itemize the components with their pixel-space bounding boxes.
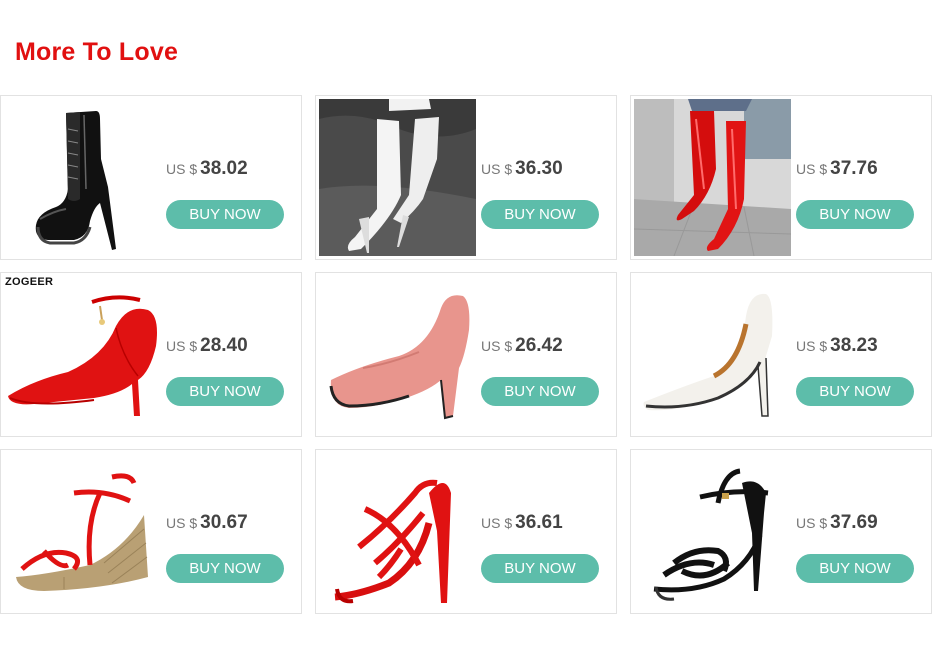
price-value: 36.61 <box>515 512 563 533</box>
currency-label: US $ <box>481 515 513 531</box>
product-card[interactable]: US $36.30 BUY NOW <box>315 95 617 260</box>
currency-label: US $ <box>796 161 828 177</box>
price-label: US $26.42 <box>481 335 563 357</box>
price-label: US $37.76 <box>796 158 878 180</box>
product-card[interactable]: US $36.61 BUY NOW <box>315 449 617 614</box>
price-label: US $30.67 <box>166 512 248 534</box>
product-card[interactable]: US $38.23 BUY NOW <box>630 272 932 437</box>
buy-now-button[interactable]: BUY NOW <box>796 554 914 583</box>
red-ankle-strap-pump-icon[interactable] <box>4 276 161 433</box>
price-label: US $28.40 <box>166 335 248 357</box>
product-card[interactable]: US $26.42 BUY NOW <box>315 272 617 437</box>
red-espadrille-wedge-sandal-icon[interactable] <box>4 453 161 610</box>
price-value: 38.23 <box>830 335 878 356</box>
price-label: US $36.61 <box>481 512 563 534</box>
buy-now-button[interactable]: BUY NOW <box>481 377 599 406</box>
buy-now-button[interactable]: BUY NOW <box>796 200 914 229</box>
price-label: US $38.02 <box>166 158 248 180</box>
price-label: US $37.69 <box>796 512 878 534</box>
black-strappy-sandal-icon[interactable] <box>634 453 791 610</box>
white-thigh-high-boot-icon[interactable] <box>319 99 476 256</box>
currency-label: US $ <box>796 338 828 354</box>
buy-now-button[interactable]: BUY NOW <box>481 554 599 583</box>
currency-label: US $ <box>166 161 198 177</box>
price-value: 37.69 <box>830 512 878 533</box>
buy-now-button[interactable]: BUY NOW <box>166 200 284 229</box>
buy-now-button[interactable]: BUY NOW <box>166 554 284 583</box>
price-value: 38.02 <box>200 158 248 179</box>
product-card[interactable]: ZOGEER US $28.40 BUY NOW <box>0 272 302 437</box>
price-value: 37.76 <box>830 158 878 179</box>
price-label: US $36.30 <box>481 158 563 180</box>
product-card[interactable]: US $30.67 BUY NOW <box>0 449 302 614</box>
currency-label: US $ <box>796 515 828 531</box>
currency-label: US $ <box>166 338 198 354</box>
currency-label: US $ <box>481 338 513 354</box>
price-value: 28.40 <box>200 335 248 356</box>
buy-now-button[interactable]: BUY NOW <box>166 377 284 406</box>
white-pointed-pump-icon[interactable] <box>634 276 791 433</box>
red-thigh-high-boot-icon[interactable] <box>634 99 791 256</box>
pink-platform-pump-icon[interactable] <box>319 276 476 433</box>
red-strappy-peep-toe-heel-icon[interactable] <box>319 453 476 610</box>
product-card[interactable]: US $37.76 BUY NOW <box>630 95 932 260</box>
black-platform-ankle-boot-icon[interactable] <box>4 99 161 256</box>
price-label: US $38.23 <box>796 335 878 357</box>
product-card[interactable]: US $37.69 BUY NOW <box>630 449 932 614</box>
price-value: 36.30 <box>515 158 563 179</box>
buy-now-button[interactable]: BUY NOW <box>481 200 599 229</box>
product-card[interactable]: US $38.02 BUY NOW <box>0 95 302 260</box>
price-value: 30.67 <box>200 512 248 533</box>
currency-label: US $ <box>481 161 513 177</box>
section-title: More To Love <box>15 38 179 66</box>
price-value: 26.42 <box>515 335 563 356</box>
currency-label: US $ <box>166 515 198 531</box>
buy-now-button[interactable]: BUY NOW <box>796 377 914 406</box>
